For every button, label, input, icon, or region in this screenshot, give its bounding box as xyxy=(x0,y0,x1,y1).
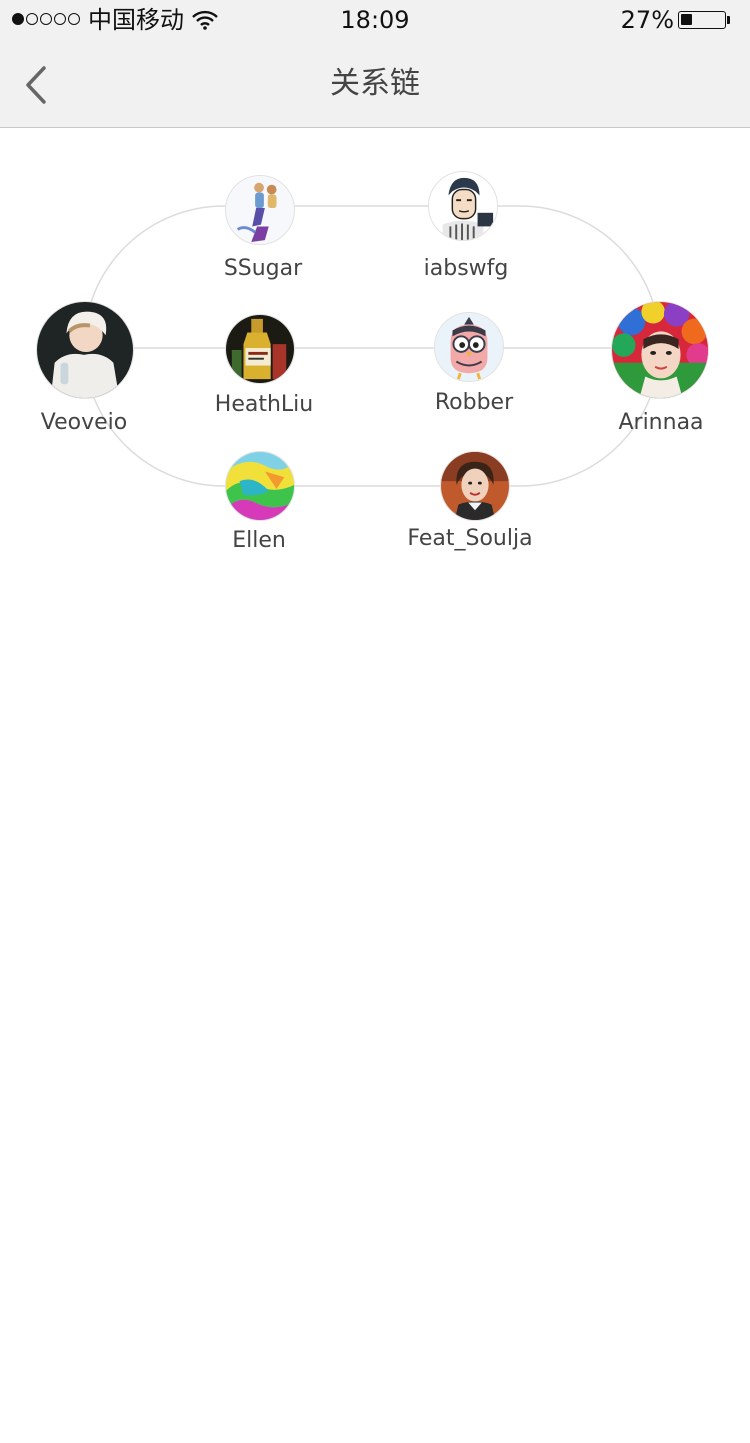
user-node-iabswfg[interactable]: iabswfg xyxy=(424,171,508,281)
battery-tip xyxy=(727,16,730,24)
avatar xyxy=(428,171,498,241)
user-node-heathliu[interactable]: HeathLiu xyxy=(215,314,313,424)
user-name-label: HeathLiu xyxy=(214,392,314,417)
ring-connector xyxy=(83,205,661,487)
avatar xyxy=(611,301,709,399)
battery-level xyxy=(681,14,692,25)
avatar xyxy=(36,301,134,399)
avatar xyxy=(225,314,295,384)
status-bar: 中国移动 18:09 27% xyxy=(0,0,750,40)
user-name-label: SSugar xyxy=(223,256,303,281)
avatar xyxy=(440,451,510,521)
user-node-feat-soulja[interactable]: Feat_Soulja xyxy=(407,451,533,561)
user-name-label: Feat_Soulja xyxy=(407,526,533,551)
user-node-veoveio[interactable]: Veoveio xyxy=(36,301,134,441)
user-name-label: Arinnaa xyxy=(618,410,704,435)
avatar xyxy=(434,312,504,382)
user-node-ssugar[interactable]: SSugar xyxy=(224,175,302,285)
page-title: 关系链 xyxy=(330,66,420,101)
user-name-label: iabswfg xyxy=(423,256,509,281)
user-name-label: Veoveio xyxy=(40,410,128,435)
user-node-arinnaa[interactable]: Arinnaa xyxy=(611,301,709,441)
avatar xyxy=(225,451,295,521)
battery-icon xyxy=(678,11,726,29)
user-name-label: Robber xyxy=(434,390,514,415)
user-name-label: Ellen xyxy=(232,528,286,553)
user-node-ellen[interactable]: Ellen xyxy=(225,451,295,561)
nav-bar: 关系链 xyxy=(0,40,750,128)
avatar xyxy=(225,175,295,245)
relationship-graph: SSugar iabswfg Veoveio HeathLiu Robber A… xyxy=(0,128,750,588)
user-node-robber[interactable]: Robber xyxy=(434,312,513,422)
battery-percent: 27% xyxy=(620,6,674,34)
